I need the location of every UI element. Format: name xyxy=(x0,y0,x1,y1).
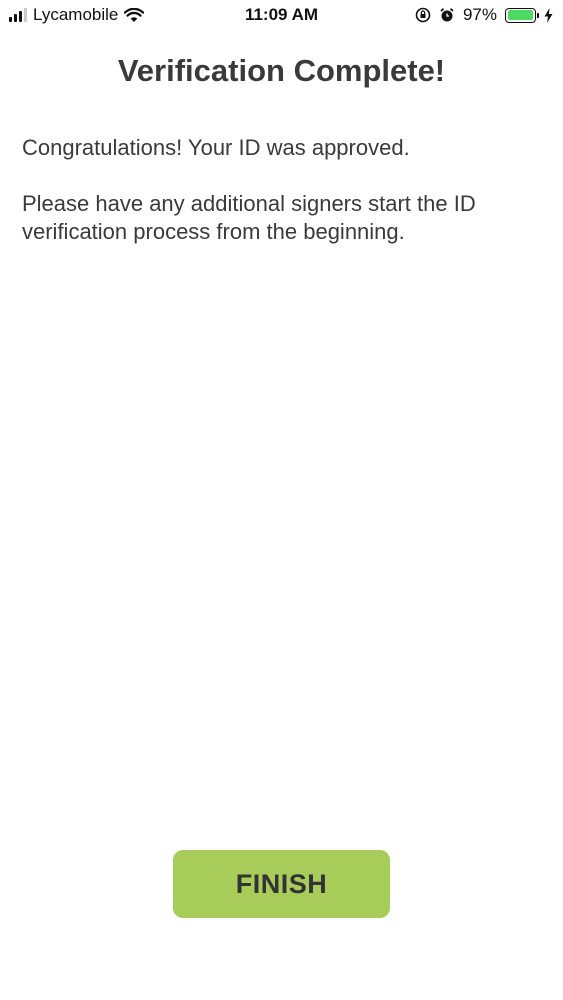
charging-bolt-icon xyxy=(544,7,553,23)
battery-icon xyxy=(505,7,539,23)
finish-button[interactable]: FINISH xyxy=(173,850,390,918)
orientation-lock-icon xyxy=(415,7,431,23)
status-bar: Lycamobile 11:09 AM 97% xyxy=(0,0,563,30)
battery-percent: 97% xyxy=(462,5,497,24)
page-title: Verification Complete! xyxy=(117,53,446,88)
additional-signers-message: Please have any additional signers start… xyxy=(22,191,476,244)
alarm-icon xyxy=(440,8,454,22)
approval-message: Congratulations! Your ID was approved. xyxy=(22,135,410,160)
status-right: 97% xyxy=(415,5,553,25)
battery-fill xyxy=(507,10,533,20)
